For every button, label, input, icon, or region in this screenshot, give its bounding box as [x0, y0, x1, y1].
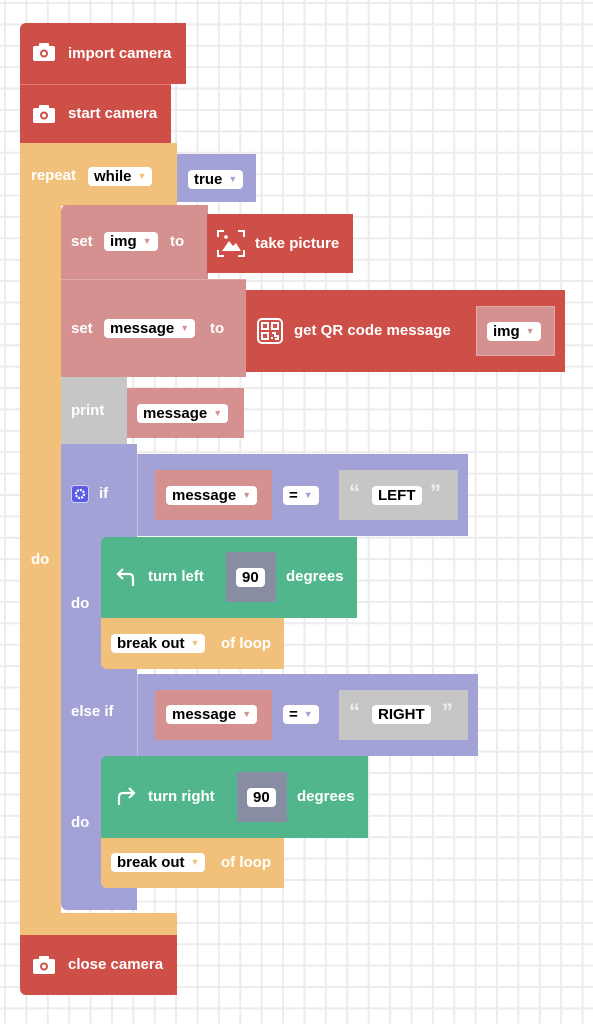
variable-value: message	[110, 320, 175, 337]
text-value: LEFT	[378, 487, 416, 504]
quote-close-icon: ”	[442, 699, 453, 724]
chevron-down-icon: ▼	[190, 638, 200, 648]
variable-value: message	[172, 487, 237, 504]
import-camera-block[interactable]: import camera	[20, 23, 186, 84]
camera-icon	[33, 43, 55, 61]
close-camera-block[interactable]: close camera	[20, 935, 177, 995]
camera-icon	[33, 956, 55, 974]
turn-left-label: turn left	[148, 568, 204, 585]
degrees-label: degrees	[297, 788, 355, 805]
print-arg-dropdown[interactable]: message ▼	[137, 404, 229, 423]
chevron-down-icon: ▼	[228, 174, 238, 184]
number-value: 90	[242, 569, 259, 586]
text-value: RIGHT	[378, 706, 425, 723]
repeat-label: repeat	[31, 167, 77, 184]
break-value: break out	[117, 635, 185, 652]
number-value: 90	[253, 789, 270, 806]
break-value: break out	[117, 854, 185, 871]
repeat-mode-dropdown[interactable]: while ▼	[88, 167, 153, 186]
text-literal-input[interactable]: RIGHT	[372, 705, 431, 724]
set-label: set	[71, 233, 93, 250]
start-camera-block[interactable]: start camera	[20, 84, 171, 143]
compare-operator-dropdown[interactable]: = ▼	[283, 705, 319, 724]
degrees-number-input[interactable]: 90	[247, 788, 276, 807]
qr-code-icon	[257, 318, 283, 344]
set-img-variable-dropdown[interactable]: img ▼	[104, 232, 158, 251]
do-label: do	[71, 814, 90, 831]
import-camera-label: import camera	[68, 45, 172, 62]
variable-value: img	[493, 323, 520, 340]
compare-variable-dropdown[interactable]: message ▼	[166, 705, 258, 724]
quote-close-icon: ”	[430, 480, 441, 505]
image-capture-icon	[217, 230, 245, 257]
variable-value: img	[110, 233, 137, 250]
break-out-dropdown[interactable]: break out ▼	[111, 853, 206, 872]
to-label: to	[210, 320, 225, 337]
quote-open-icon: “	[349, 699, 360, 724]
chevron-down-icon: ▼	[303, 490, 313, 500]
quote-open-icon: “	[349, 480, 360, 505]
operator-value: =	[289, 706, 298, 723]
turn-left-icon	[116, 568, 135, 586]
to-label: to	[170, 233, 185, 250]
repeat-do-label: do	[31, 551, 50, 568]
close-camera-label: close camera	[68, 956, 164, 973]
compare-variable-dropdown[interactable]: message ▼	[166, 486, 258, 505]
compare-operator-dropdown[interactable]: = ▼	[283, 486, 319, 505]
text-literal-input[interactable]: LEFT	[372, 486, 422, 505]
else-if-label: else if	[71, 703, 114, 720]
operator-value: =	[289, 487, 298, 504]
print-label: print	[71, 402, 105, 419]
turn-right-icon	[117, 787, 136, 805]
chevron-down-icon: ▼	[190, 857, 200, 867]
chevron-down-icon: ▼	[142, 236, 152, 246]
if-label: if	[99, 485, 109, 502]
chevron-down-icon: ▼	[242, 490, 252, 500]
chevron-down-icon: ▼	[303, 709, 313, 719]
repeat-mode-value: while	[94, 168, 132, 185]
chevron-down-icon: ▼	[180, 323, 190, 333]
set-message-variable-dropdown[interactable]: message ▼	[104, 319, 196, 338]
chevron-down-icon: ▼	[525, 326, 535, 336]
take-picture-label: take picture	[255, 235, 340, 252]
repeat-body-spine	[20, 143, 61, 913]
camera-icon	[33, 105, 55, 123]
of-loop-label: of loop	[221, 854, 271, 871]
chevron-down-icon: ▼	[213, 408, 223, 418]
variable-value: message	[143, 405, 208, 422]
variable-value: message	[172, 706, 237, 723]
chevron-down-icon: ▼	[137, 171, 147, 181]
gear-icon[interactable]	[71, 485, 89, 503]
break-out-dropdown[interactable]: break out ▼	[111, 634, 206, 653]
turn-right-label: turn right	[148, 788, 215, 805]
chevron-down-icon: ▼	[242, 709, 252, 719]
degrees-label: degrees	[286, 568, 344, 585]
condition-true-dropdown[interactable]: true ▼	[188, 170, 244, 189]
get-qr-code-label: get QR code message	[294, 322, 451, 339]
condition-value: true	[194, 171, 223, 188]
set-label: set	[71, 320, 93, 337]
repeat-bottom-bar	[20, 913, 177, 935]
do-label: do	[71, 595, 90, 612]
start-camera-label: start camera	[68, 105, 158, 122]
of-loop-label: of loop	[221, 635, 271, 652]
qr-arg-variable-dropdown[interactable]: img ▼	[487, 322, 541, 341]
degrees-number-input[interactable]: 90	[236, 568, 265, 587]
